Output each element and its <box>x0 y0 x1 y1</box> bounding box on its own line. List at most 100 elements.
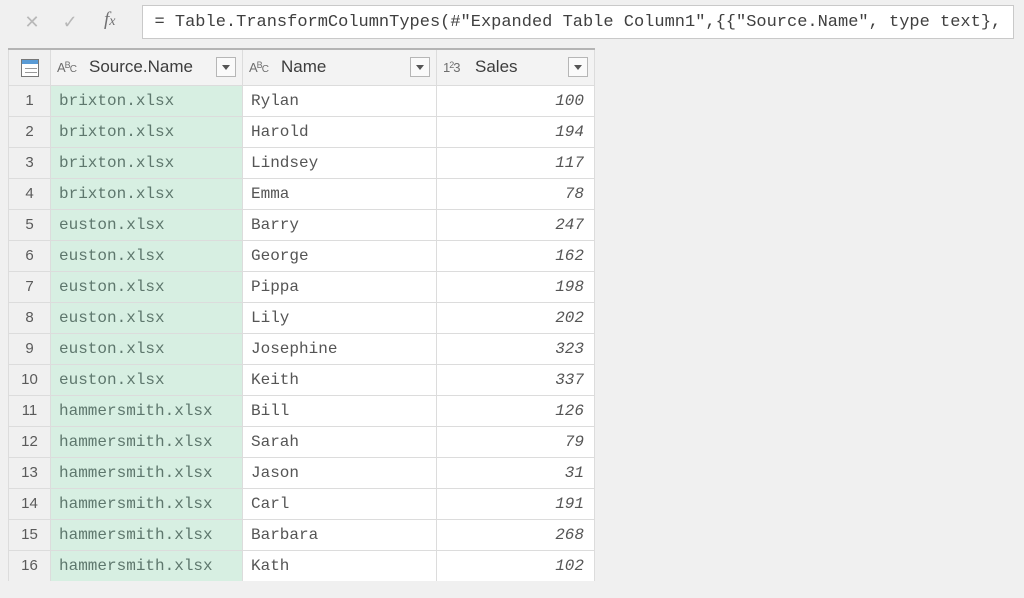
cell-sales[interactable]: 126 <box>437 395 595 426</box>
column-filter-button[interactable] <box>568 57 588 77</box>
cell-name[interactable]: Barbara <box>243 519 437 550</box>
cell-name[interactable]: Pippa <box>243 271 437 302</box>
cell-source-name[interactable]: hammersmith.xlsx <box>51 457 243 488</box>
cell-source-name[interactable]: brixton.xlsx <box>51 178 243 209</box>
cell-sales[interactable]: 162 <box>437 240 595 271</box>
row-number[interactable]: 15 <box>9 519 51 550</box>
column-filter-button[interactable] <box>216 57 236 77</box>
table-row[interactable]: 9euston.xlsxJosephine323 <box>9 333 595 364</box>
cell-source-name[interactable]: brixton.xlsx <box>51 147 243 178</box>
cell-source-name[interactable]: euston.xlsx <box>51 209 243 240</box>
row-number[interactable]: 12 <box>9 426 51 457</box>
row-number[interactable]: 8 <box>9 302 51 333</box>
column-filter-button[interactable] <box>410 57 430 77</box>
cell-sales[interactable]: 323 <box>437 333 595 364</box>
table-row[interactable]: 6euston.xlsxGeorge162 <box>9 240 595 271</box>
cell-sales[interactable]: 117 <box>437 147 595 178</box>
cell-source-name[interactable]: hammersmith.xlsx <box>51 550 243 581</box>
row-number[interactable]: 1 <box>9 85 51 116</box>
cell-source-name[interactable]: euston.xlsx <box>51 271 243 302</box>
table-row[interactable]: 5euston.xlsxBarry247 <box>9 209 595 240</box>
cell-name[interactable]: Harold <box>243 116 437 147</box>
row-number[interactable]: 11 <box>9 395 51 426</box>
table-row[interactable]: 10euston.xlsxKeith337 <box>9 364 595 395</box>
text-type-icon: ABC <box>57 60 83 75</box>
row-number[interactable]: 3 <box>9 147 51 178</box>
cell-source-name[interactable]: euston.xlsx <box>51 302 243 333</box>
cell-source-name[interactable]: brixton.xlsx <box>51 116 243 147</box>
row-number[interactable]: 2 <box>9 116 51 147</box>
cell-source-name[interactable]: hammersmith.xlsx <box>51 488 243 519</box>
cell-name[interactable]: Jason <box>243 457 437 488</box>
table-row[interactable]: 16hammersmith.xlsxKath102 <box>9 550 595 581</box>
table-row[interactable]: 8euston.xlsxLily202 <box>9 302 595 333</box>
cell-name[interactable]: George <box>243 240 437 271</box>
table-icon <box>21 59 39 77</box>
table-row[interactable]: 2brixton.xlsxHarold194 <box>9 116 595 147</box>
table-row[interactable]: 7euston.xlsxPippa198 <box>9 271 595 302</box>
table-row[interactable]: 13hammersmith.xlsxJason31 <box>9 457 595 488</box>
cell-name[interactable]: Lily <box>243 302 437 333</box>
cell-source-name[interactable]: hammersmith.xlsx <box>51 395 243 426</box>
cell-source-name[interactable]: euston.xlsx <box>51 240 243 271</box>
formula-text: = Table.TransformColumnTypes(#"Expanded … <box>155 13 1002 32</box>
cell-name[interactable]: Rylan <box>243 85 437 116</box>
select-all-corner[interactable] <box>9 49 51 85</box>
cell-source-name[interactable]: euston.xlsx <box>51 364 243 395</box>
row-number[interactable]: 14 <box>9 488 51 519</box>
table-row[interactable]: 1brixton.xlsxRylan100 <box>9 85 595 116</box>
cell-name[interactable]: Kath <box>243 550 437 581</box>
cell-name[interactable]: Keith <box>243 364 437 395</box>
cancel-formula-icon[interactable]: ✕ <box>22 12 42 33</box>
row-number[interactable]: 5 <box>9 209 51 240</box>
cell-source-name[interactable]: hammersmith.xlsx <box>51 519 243 550</box>
cell-sales[interactable]: 191 <box>437 488 595 519</box>
column-header-name[interactable]: ABC Name <box>243 49 437 85</box>
cell-sales[interactable]: 247 <box>437 209 595 240</box>
fx-icon[interactable]: fx <box>98 9 122 35</box>
cell-sales[interactable]: 198 <box>437 271 595 302</box>
cell-name[interactable]: Bill <box>243 395 437 426</box>
cell-name[interactable]: Emma <box>243 178 437 209</box>
column-header-source-name[interactable]: ABC Source.Name <box>51 49 243 85</box>
cell-source-name[interactable]: hammersmith.xlsx <box>51 426 243 457</box>
cell-name[interactable]: Barry <box>243 209 437 240</box>
cell-sales[interactable]: 194 <box>437 116 595 147</box>
table-row[interactable]: 12hammersmith.xlsxSarah79 <box>9 426 595 457</box>
row-number[interactable]: 7 <box>9 271 51 302</box>
row-number[interactable]: 13 <box>9 457 51 488</box>
row-number[interactable]: 6 <box>9 240 51 271</box>
table-row[interactable]: 11hammersmith.xlsxBill126 <box>9 395 595 426</box>
column-label: Source.Name <box>89 57 210 77</box>
table-row[interactable]: 4brixton.xlsxEmma78 <box>9 178 595 209</box>
column-header-sales[interactable]: 123 Sales <box>437 49 595 85</box>
cell-sales[interactable]: 202 <box>437 302 595 333</box>
table-row[interactable]: 3brixton.xlsxLindsey117 <box>9 147 595 178</box>
chevron-down-icon <box>222 65 230 70</box>
row-number[interactable]: 4 <box>9 178 51 209</box>
formula-bar-actions: ✕ ✓ fx <box>10 9 134 35</box>
cell-sales[interactable]: 100 <box>437 85 595 116</box>
number-type-icon: 123 <box>443 60 469 75</box>
cell-sales[interactable]: 31 <box>437 457 595 488</box>
cell-name[interactable]: Sarah <box>243 426 437 457</box>
table-row[interactable]: 15hammersmith.xlsxBarbara268 <box>9 519 595 550</box>
column-label: Name <box>281 57 404 77</box>
row-number[interactable]: 16 <box>9 550 51 581</box>
cell-source-name[interactable]: brixton.xlsx <box>51 85 243 116</box>
table-row[interactable]: 14hammersmith.xlsxCarl191 <box>9 488 595 519</box>
cell-sales[interactable]: 337 <box>437 364 595 395</box>
cell-sales[interactable]: 102 <box>437 550 595 581</box>
row-number[interactable]: 10 <box>9 364 51 395</box>
cell-name[interactable]: Carl <box>243 488 437 519</box>
cell-sales[interactable]: 79 <box>437 426 595 457</box>
cell-name[interactable]: Josephine <box>243 333 437 364</box>
text-type-icon: ABC <box>249 60 275 75</box>
cell-sales[interactable]: 268 <box>437 519 595 550</box>
row-number[interactable]: 9 <box>9 333 51 364</box>
cell-sales[interactable]: 78 <box>437 178 595 209</box>
cell-source-name[interactable]: euston.xlsx <box>51 333 243 364</box>
formula-input-wrap[interactable]: = Table.TransformColumnTypes(#"Expanded … <box>142 5 1015 39</box>
commit-formula-icon[interactable]: ✓ <box>60 12 80 33</box>
cell-name[interactable]: Lindsey <box>243 147 437 178</box>
